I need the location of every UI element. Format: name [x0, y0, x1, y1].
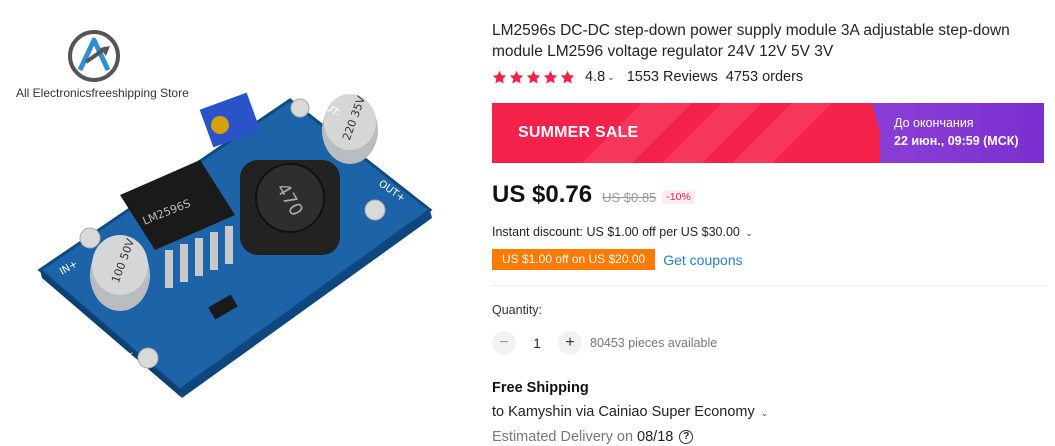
- chevron-down-icon[interactable]: ⌄: [745, 228, 753, 238]
- rating-stars: [492, 70, 577, 85]
- instant-discount-text: Instant discount: US $1.00 off per US $3…: [492, 225, 740, 239]
- orders-count: 4753 orders: [725, 69, 804, 85]
- rating-row: 4.8 ⌄ 1553 Reviews 4753 orders: [492, 69, 803, 85]
- question-circle-icon[interactable]: ?: [679, 430, 694, 444]
- coupon-row: US $1.00 off on US $20.00 Get coupons: [489, 249, 743, 270]
- quantity-label: Quantity:: [492, 303, 543, 317]
- divider: [492, 285, 1047, 286]
- shipping-destination[interactable]: to Kamyshin via Cainiao Super Economy ⌄: [492, 404, 768, 420]
- chevron-down-icon[interactable]: ⌄: [761, 408, 769, 418]
- quantity-stepper: − 1 + 80453 pieces available: [492, 331, 717, 355]
- delivery-date: 08/18: [637, 429, 674, 445]
- get-coupons-link[interactable]: Get coupons: [663, 252, 742, 268]
- product-image-panel[interactable]: All Electronicsfreeshipping Store 470 LM…: [0, 0, 470, 446]
- star-icon: [526, 70, 541, 83]
- summer-sale-banner[interactable]: SUMMER SALE До окончания 22 июн., 09:59 …: [492, 103, 1044, 163]
- instant-discount[interactable]: Instant discount: US $1.00 off per US $3…: [492, 225, 753, 239]
- chevron-down-icon[interactable]: ⌄: [607, 72, 615, 83]
- star-icon: [560, 70, 575, 83]
- star-icon: [509, 70, 524, 83]
- current-price: US $0.76: [492, 181, 593, 208]
- discount-badge: -10%: [662, 190, 695, 204]
- star-icon: [543, 70, 558, 83]
- product-title: LM2596s DC-DC step-down power supply mod…: [492, 22, 1010, 60]
- shipping-title: Free Shipping: [492, 380, 589, 396]
- sale-label: SUMMER SALE: [518, 124, 639, 141]
- shipping-destination-text: to Kamyshin via Cainiao Super Economy: [492, 404, 755, 420]
- coupon-chip[interactable]: US $1.00 off on US $20.00: [489, 249, 656, 270]
- quantity-input[interactable]: 1: [516, 336, 558, 351]
- quantity-increase-button[interactable]: +: [558, 331, 582, 355]
- price-row: US $0.76 US $0.85 -10%: [492, 181, 695, 209]
- star-icon: [492, 70, 507, 83]
- product-info: LM2596s DC-DC step-down power supply mod…: [489, 0, 1052, 446]
- store-logo-icon[interactable]: [66, 28, 122, 84]
- reviews-link[interactable]: 1553 Reviews: [627, 69, 718, 85]
- pieces-available: 80453 pieces available: [590, 336, 718, 350]
- estimated-delivery: Estimated Delivery on 08/18 ?: [492, 429, 694, 445]
- rating-value[interactable]: 4.8: [585, 69, 605, 85]
- original-price: US $0.85: [602, 190, 657, 205]
- product-photo: 470 LM2596S 100 50V 220 35V IN+ IN- OUT+…: [37, 92, 433, 398]
- quantity-decrease-button[interactable]: −: [492, 331, 516, 355]
- countdown-panel: До окончания 22 июн., 09:59 (МСК): [880, 103, 1044, 163]
- countdown-label: До окончания: [894, 116, 974, 130]
- countdown-time: 22 июн., 09:59 (МСК): [894, 134, 1019, 148]
- delivery-label: Estimated Delivery on: [492, 429, 634, 445]
